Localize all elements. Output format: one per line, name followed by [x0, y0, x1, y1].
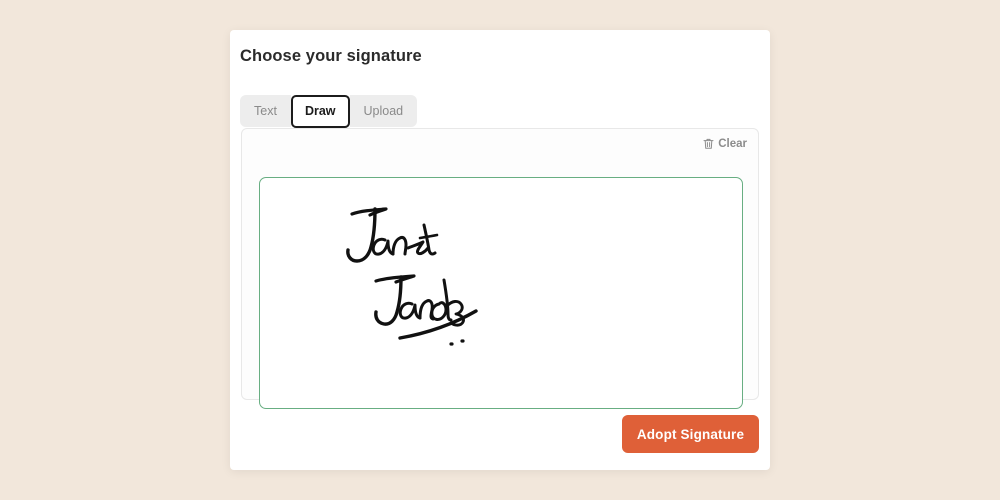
signature-mode-tabs: Text Draw Upload: [240, 94, 418, 128]
tab-text[interactable]: Text: [240, 95, 291, 127]
tab-draw[interactable]: Draw: [290, 94, 350, 128]
page-title: Choose your signature: [240, 47, 422, 65]
trash-icon: [703, 138, 714, 150]
adopt-signature-button[interactable]: Adopt Signature: [622, 415, 759, 453]
drawn-signature-ink: [346, 207, 478, 346]
page-background: Choose your signature Text Draw Upload C…: [0, 0, 1000, 500]
tab-upload[interactable]: Upload: [349, 95, 418, 127]
clear-button[interactable]: Clear: [701, 136, 749, 152]
signature-panel: Clear: [241, 128, 759, 409]
signature-draw-canvas[interactable]: [259, 177, 743, 409]
signature-dialog-card: Choose your signature Text Draw Upload C…: [230, 30, 770, 470]
clear-button-label: Clear: [718, 138, 747, 150]
